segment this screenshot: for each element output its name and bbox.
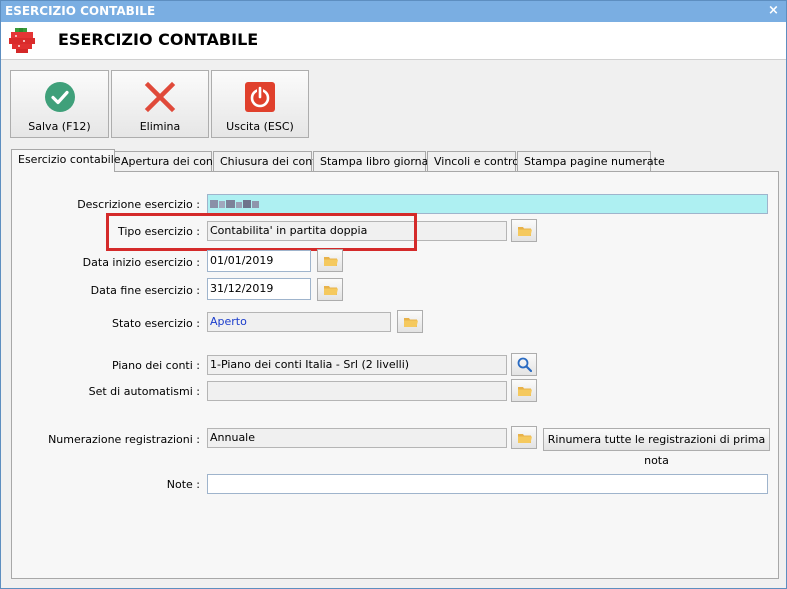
renumber-registrations-button[interactable]: Rinumera tutte le registrazioni di prima… — [543, 428, 770, 467]
save-button-label: Salva (F12) — [28, 120, 91, 133]
tipo-folder-button[interactable] — [511, 219, 537, 242]
delete-button-label: Elimina — [139, 120, 181, 133]
close-icon: × — [768, 3, 779, 18]
data-inizio-field[interactable]: 01/01/2019 — [207, 250, 311, 272]
exit-button[interactable]: Uscita (ESC) — [211, 70, 309, 138]
descrizione-label: Descrizione esercizio : — [77, 198, 200, 211]
folder-icon — [518, 387, 532, 396]
window-title: ESERCIZIO CONTABILE — [5, 4, 156, 18]
tab-stampa-libro-giornale[interactable]: Stampa libro giornale — [313, 151, 438, 172]
numerazione-field[interactable]: Annuale — [207, 428, 507, 448]
blurred-text-icon — [210, 200, 259, 208]
stato-folder-button[interactable] — [397, 310, 423, 333]
save-button[interactable]: Salva (F12) — [10, 70, 109, 138]
tab-apertura-dei-conti[interactable]: Apertura dei conti — [114, 151, 220, 172]
highlight-box — [106, 213, 417, 251]
automatismi-field[interactable] — [207, 381, 507, 401]
note-field[interactable] — [207, 474, 768, 494]
delete-button[interactable]: Elimina — [111, 70, 209, 138]
data-fine-folder-button[interactable] — [317, 278, 343, 301]
dialog-window: ESERCIZIO CONTABILE × ESERCIZIO CONTABIL… — [0, 0, 787, 589]
automatismi-folder-button[interactable] — [511, 379, 537, 402]
search-icon — [517, 357, 532, 372]
folder-icon — [324, 286, 338, 295]
folder-icon — [518, 434, 532, 443]
strawberry-logo-icon — [9, 28, 35, 53]
delete-x-icon — [144, 81, 176, 113]
page-title: ESERCIZIO CONTABILE — [58, 30, 259, 49]
note-label: Note : — [166, 478, 200, 491]
tab-esercizio-contabile[interactable]: Esercizio contabile — [11, 149, 121, 172]
data-inizio-folder-button[interactable] — [317, 249, 343, 272]
checkmark-icon — [44, 82, 75, 112]
header-bar: ESERCIZIO CONTABILE — [1, 22, 786, 60]
numerazione-label: Numerazione registrazioni : — [48, 433, 200, 446]
stato-field[interactable]: Aperto — [207, 312, 391, 332]
data-fine-label: Data fine esercizio : — [90, 284, 200, 297]
data-inizio-label: Data inizio esercizio : — [82, 256, 200, 269]
piano-field[interactable]: 1-Piano dei conti Italia - Srl (2 livell… — [207, 355, 507, 375]
automatismi-label: Set di automatismi : — [88, 385, 200, 398]
title-bar[interactable]: ESERCIZIO CONTABILE × — [1, 1, 786, 22]
stato-label: Stato esercizio : — [112, 317, 200, 330]
folder-icon — [324, 257, 338, 266]
folder-icon — [518, 227, 532, 236]
descrizione-field[interactable] — [207, 194, 768, 214]
piano-search-button[interactable] — [511, 353, 537, 376]
close-button[interactable]: × — [766, 4, 781, 18]
numerazione-folder-button[interactable] — [511, 426, 537, 449]
tab-chiusura-dei-conti[interactable]: Chiusura dei conti — [213, 151, 320, 172]
power-icon — [245, 82, 275, 112]
tab-vincoli-e-controlli[interactable]: Vincoli e controlli — [427, 151, 528, 172]
folder-icon — [404, 318, 418, 327]
data-fine-field[interactable]: 31/12/2019 — [207, 278, 311, 300]
piano-label: Piano dei conti : — [111, 359, 200, 372]
tab-stampa-pagine-numerate[interactable]: Stampa pagine numerate — [517, 151, 665, 172]
exit-button-label: Uscita (ESC) — [226, 120, 294, 133]
